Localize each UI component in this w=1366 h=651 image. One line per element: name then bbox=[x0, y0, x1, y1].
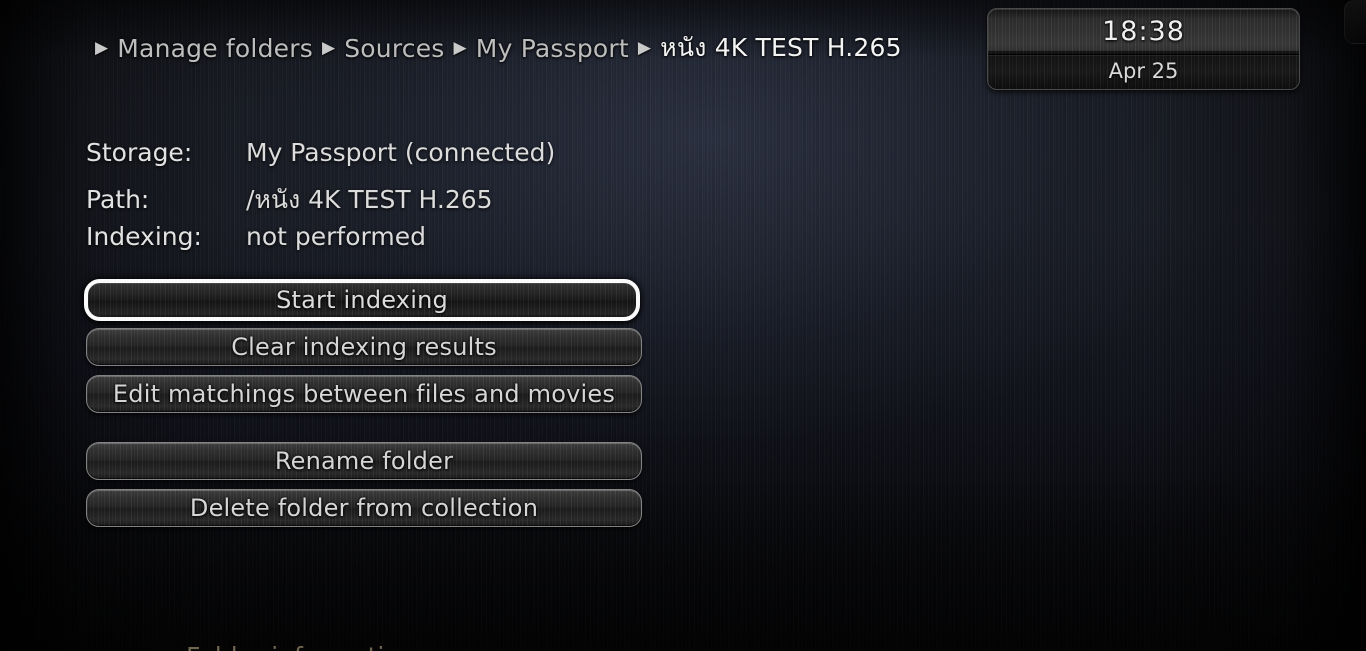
path-label: Path: bbox=[86, 185, 150, 214]
breadcrumb-item-sources[interactable]: Sources bbox=[344, 34, 444, 63]
triangle-right-icon: ▶ bbox=[321, 37, 336, 58]
delete-folder-button[interactable]: Delete folder from collection bbox=[86, 489, 642, 527]
indexing-label: Indexing: bbox=[86, 222, 202, 251]
storage-value: My Passport (connected) bbox=[246, 138, 556, 167]
clipped-bottom-label: Folder information bbox=[186, 644, 416, 651]
breadcrumb-item-manage-folders[interactable]: Manage folders bbox=[117, 34, 313, 63]
edit-matchings-label: Edit matchings between files and movies bbox=[112, 380, 616, 408]
rename-folder-button[interactable]: Rename folder bbox=[86, 442, 642, 480]
info-row-path: Path: /หนัง 4K TEST H.265 bbox=[86, 180, 555, 222]
info-row-indexing: Indexing: not performed bbox=[86, 222, 555, 264]
triangle-right-icon: ▶ bbox=[453, 37, 467, 58]
triangle-right-icon: ▶ bbox=[95, 37, 109, 58]
clear-indexing-results-label: Clear indexing results bbox=[231, 333, 497, 361]
clipped-edge-widget bbox=[1344, 0, 1366, 44]
clipped-bottom-text: Folder information bbox=[186, 644, 416, 651]
storage-label: Storage: bbox=[86, 138, 193, 167]
edit-matchings-button[interactable]: Edit matchings between files and movies bbox=[86, 375, 642, 413]
folder-management-screen: ▶ Manage folders ▶ Sources ▶ My Passport… bbox=[0, 0, 1366, 651]
clock-time: 18:38 bbox=[1102, 16, 1185, 47]
action-button-list: Start indexing Clear indexing results Ed… bbox=[84, 279, 646, 536]
indexing-value: not performed bbox=[246, 222, 426, 251]
path-value: /หนัง 4K TEST H.265 bbox=[246, 185, 493, 214]
clock-date: Apr 25 bbox=[1108, 59, 1179, 83]
start-indexing-label: Start indexing bbox=[276, 286, 448, 314]
clock-widget: 18:38 Apr 25 bbox=[987, 8, 1300, 90]
delete-folder-label: Delete folder from collection bbox=[189, 494, 539, 522]
breadcrumb-item-my-passport[interactable]: My Passport bbox=[476, 34, 629, 63]
triangle-right-icon: ▶ bbox=[637, 37, 652, 58]
info-row-storage: Storage: My Passport (connected) bbox=[86, 138, 555, 180]
start-indexing-button[interactable]: Start indexing bbox=[84, 279, 640, 321]
folder-info-panel: Storage: My Passport (connected) Path: /… bbox=[86, 138, 555, 264]
clear-indexing-results-button[interactable]: Clear indexing results bbox=[86, 328, 642, 366]
button-group-divider bbox=[86, 422, 646, 442]
breadcrumb-item-current-folder: หนัง 4K TEST H.265 bbox=[660, 33, 902, 62]
breadcrumb: ▶ Manage folders ▶ Sources ▶ My Passport… bbox=[95, 28, 911, 68]
rename-folder-label: Rename folder bbox=[274, 447, 454, 475]
